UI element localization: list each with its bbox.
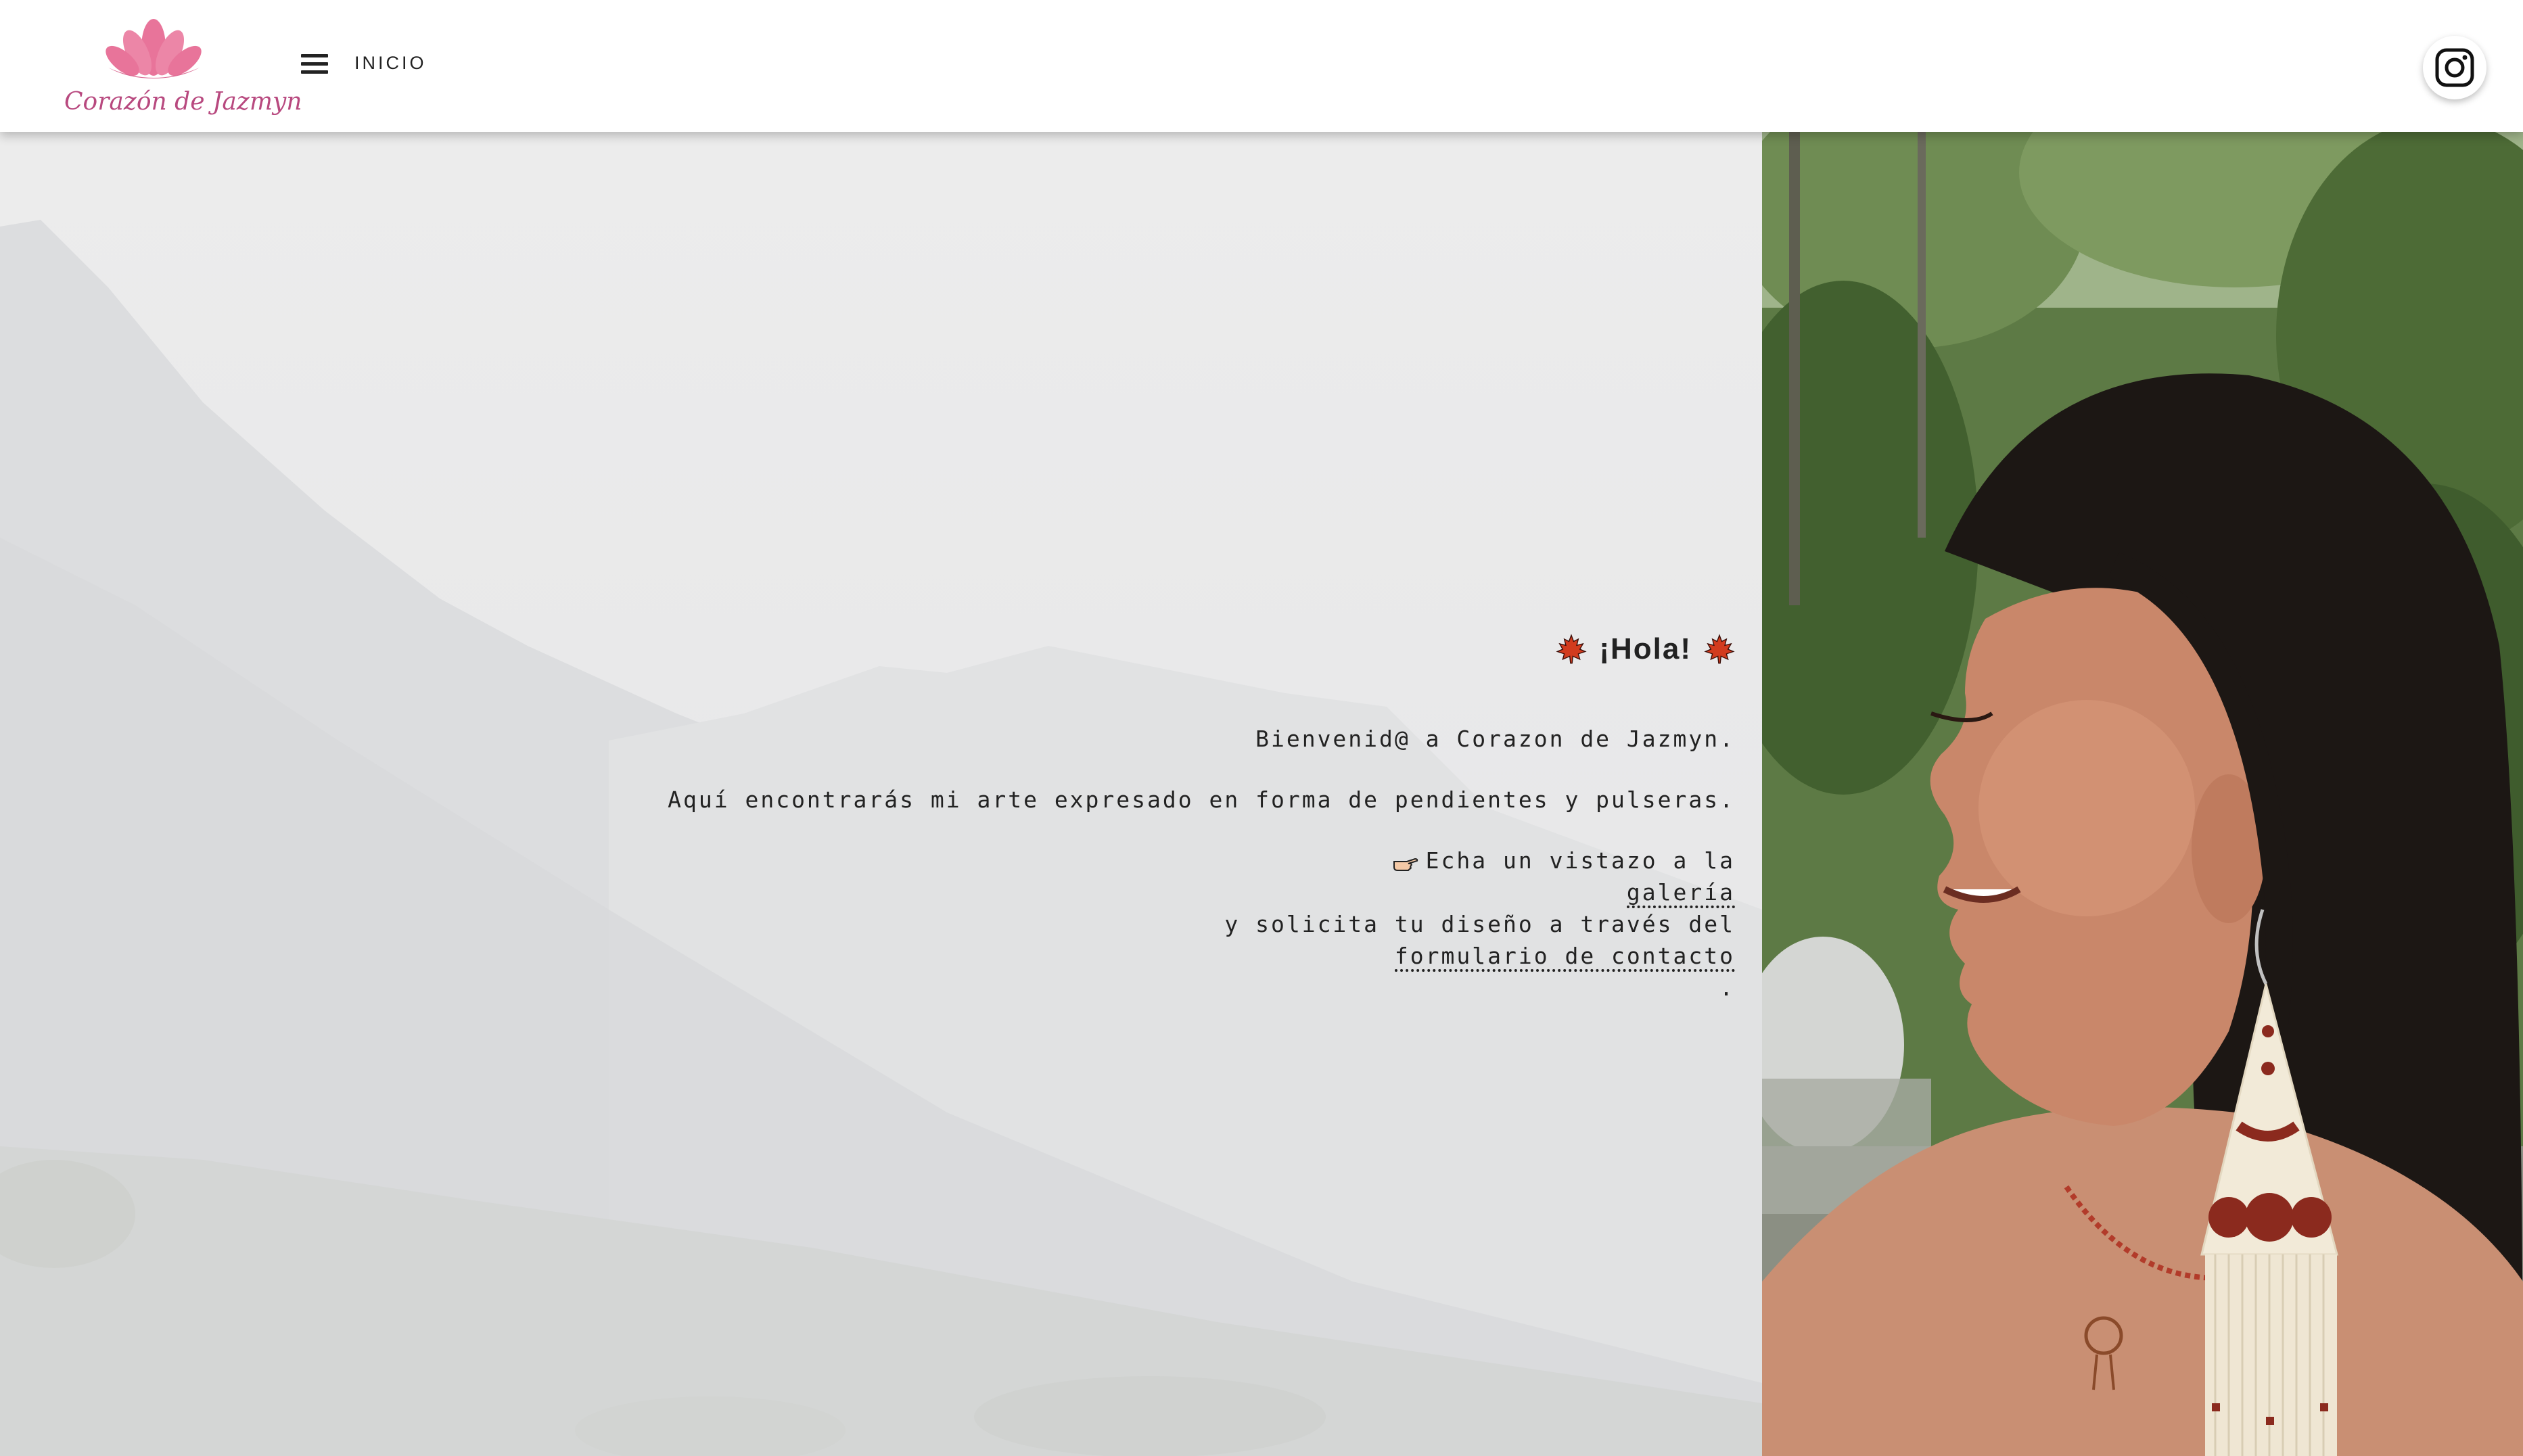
instagram-button[interactable] <box>2423 36 2486 99</box>
portrait-illustration <box>1762 132 2523 1456</box>
site-logo[interactable]: Corazón de Jazmyn <box>64 14 302 122</box>
cta-end: . <box>1719 974 1735 1001</box>
welcome-line: Bienvenid@ a Corazon de Jazmyn. <box>1255 726 1735 752</box>
lotus-icon <box>106 19 202 78</box>
menu-button[interactable] <box>298 47 331 81</box>
cta-line: Echa un vistazo a la <box>450 845 1735 876</box>
greeting-text: ¡Hola! <box>1599 632 1692 665</box>
cta-prefix: Echa un vistazo a la <box>1425 847 1735 874</box>
welcome-text-block: ¡Hola! Bienvenid@ a Corazon de Jazmyn. A… <box>450 632 1735 1004</box>
logo-text: Corazón de Jazmyn <box>64 88 302 116</box>
gallery-link[interactable]: galería <box>1626 879 1735 908</box>
pointing-hand-icon <box>1393 858 1418 871</box>
greeting-heading: ¡Hola! <box>450 632 1735 666</box>
cta-middle: y solicita tu diseño a través del <box>1224 911 1735 937</box>
maple-leaf-icon <box>1704 634 1735 664</box>
nav-inicio[interactable]: INICIO <box>354 53 427 74</box>
site-header: Corazón de Jazmyn INICIO <box>0 0 2523 132</box>
hero-section: ¡Hola! Bienvenid@ a Corazon de Jazmyn. A… <box>0 132 1762 1456</box>
description-line: Aquí encontrarás mi arte expresado en fo… <box>668 786 1735 813</box>
instagram-icon <box>2435 48 2474 87</box>
portrait-photo <box>1762 132 2523 1456</box>
contact-form-link[interactable]: formulario de contacto <box>1394 943 1735 972</box>
maple-leaf-icon <box>1556 634 1587 664</box>
